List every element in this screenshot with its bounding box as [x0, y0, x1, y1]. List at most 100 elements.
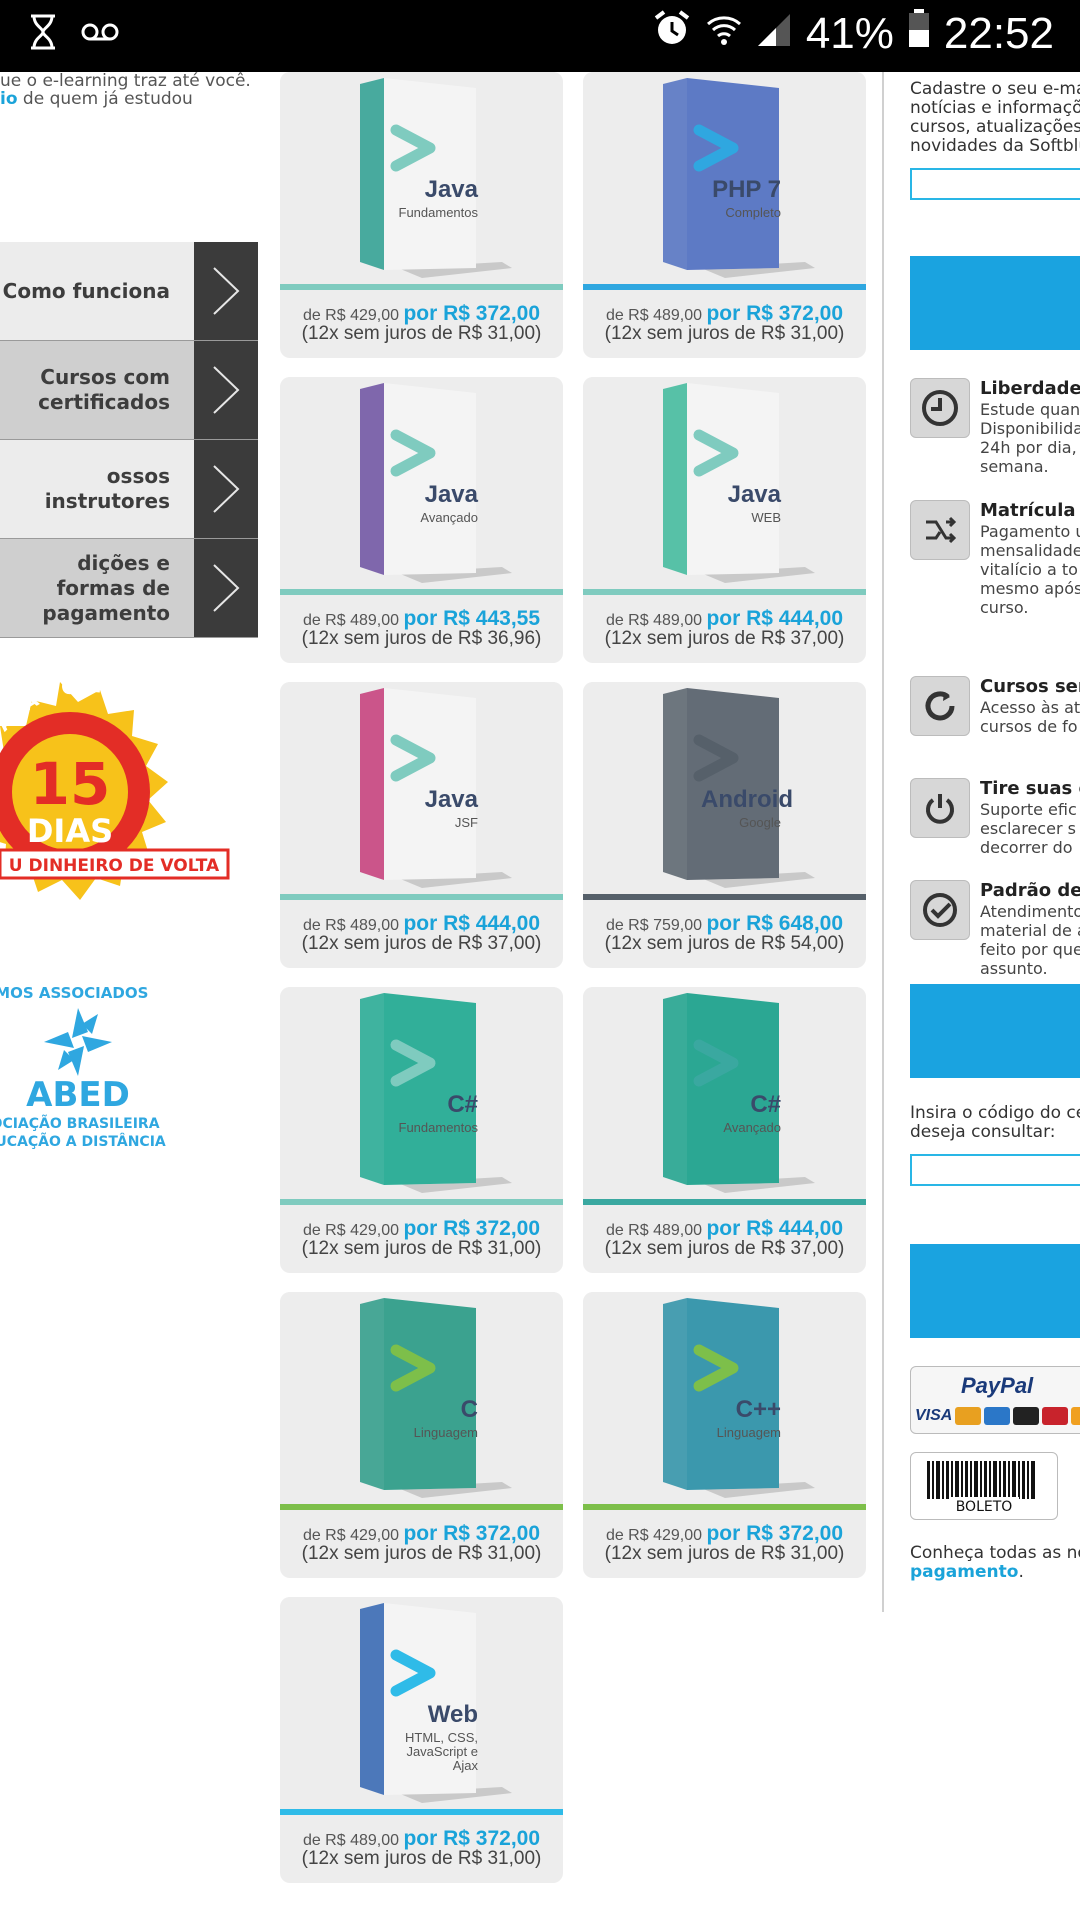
menu-label: ossos instrutores	[44, 464, 170, 513]
new-price: por R$ 444,00	[706, 1217, 844, 1240]
product-color-bar	[280, 284, 563, 290]
product-box-image[interactable]: Java WEB	[583, 377, 866, 589]
product-card[interactable]: Web HTML, CSS, JavaScript e Ajax de R$ 489…	[280, 1597, 563, 1883]
feature-desc: Pagamento u mensalidade vitalício a to m…	[980, 522, 1080, 617]
installments: (12x sem juros de R$ 31,00)	[301, 1238, 542, 1259]
product-color-bar	[280, 894, 563, 900]
product-title: C++	[735, 1396, 781, 1423]
product-box-image[interactable]: Web HTML, CSS, JavaScript e Ajax	[280, 1597, 563, 1809]
status-bar: 41% 22:52	[0, 0, 1080, 72]
product-title: Java	[727, 481, 781, 508]
product-price: de R$ 489,00 por R$ 444,00 (12x sem juros…	[280, 912, 563, 954]
product-title: Java	[424, 176, 478, 203]
menu-item-instrutores[interactable]: ossos instrutores	[0, 440, 258, 539]
product-color-bar	[280, 1809, 563, 1815]
old-price: de R$ 489,00	[302, 1832, 404, 1849]
card-brands: VISA	[915, 1407, 953, 1424]
new-price: por R$ 372,00	[403, 1522, 541, 1545]
power-icon	[910, 778, 970, 838]
product-title: Java	[424, 481, 478, 508]
product-color-bar	[280, 1504, 563, 1510]
section-header-band	[910, 256, 1080, 350]
old-price: de R$ 429,00	[302, 1527, 404, 1544]
product-box-image[interactable]: C++ Linguagem	[583, 1292, 866, 1504]
product-color-bar	[583, 1504, 866, 1510]
certificate-code-input[interactable]	[910, 1154, 1080, 1186]
intro-link[interactable]: io	[0, 89, 18, 108]
product-title: Android	[701, 786, 793, 813]
product-subtitle: Linguagem	[413, 1425, 478, 1440]
barcode-icon: BOLETO	[927, 1461, 1035, 1515]
newsletter-line: novidades da Softblu	[910, 136, 1080, 156]
product-card[interactable]: Java JSF de R$ 489,00 por R$ 444,00 (12x se…	[280, 682, 563, 968]
installments: (12x sem juros de R$ 37,00)	[301, 933, 542, 954]
old-price: de R$ 489,00	[302, 917, 404, 934]
installments: (12x sem juros de R$ 31,00)	[604, 1543, 845, 1564]
product-title: Web	[427, 1701, 478, 1728]
product-box-image[interactable]: C# Fundamentos	[280, 987, 563, 1199]
chevron-right-icon	[194, 341, 258, 439]
new-price: por R$ 372,00	[403, 302, 541, 325]
product-box-image[interactable]: Android Google	[583, 682, 866, 894]
check-circle-icon	[910, 880, 970, 940]
menu-item-cursos-certificados[interactable]: Cursos com certificados	[0, 341, 258, 440]
side-menu: Como funciona Cursos com certificados os…	[0, 242, 258, 638]
payment-link[interactable]: pagamento	[910, 1562, 1018, 1582]
product-price: de R$ 429,00 por R$ 372,00 (12x sem juros…	[280, 1522, 563, 1564]
product-card[interactable]: C Linguagem de R$ 429,00 por R$ 372,00 (12x…	[280, 1292, 563, 1578]
certificate-line: deseja consultar:	[910, 1122, 1056, 1142]
product-card[interactable]: C# Avançado de R$ 489,00 por R$ 444,00 (12x…	[583, 987, 866, 1273]
menu-label: Cursos com certificados	[38, 365, 170, 414]
product-card[interactable]: Android Google de R$ 759,00 por R$ 648,00(…	[583, 682, 866, 968]
intro-line-1: ue o e-learning traz até você.	[0, 72, 251, 91]
section-header-band	[910, 984, 1080, 1078]
old-price: de R$ 429,00	[605, 1527, 707, 1544]
product-color-bar	[583, 894, 866, 900]
product-price: de R$ 489,00 por R$ 372,00 (12x sem juros…	[280, 1827, 563, 1869]
product-box-image[interactable]: C Linguagem	[280, 1292, 563, 1504]
payment-line: Conheça todas as nos	[910, 1543, 1080, 1563]
product-card[interactable]: C# Fundamentos de R$ 429,00 por R$ 372,00(…	[280, 987, 563, 1273]
menu-item-como-funciona[interactable]: Como funciona	[0, 242, 258, 341]
new-price: por R$ 372,00	[403, 1827, 541, 1850]
badge-ribbon: U DINHEIRO DE VOLTA	[9, 856, 220, 876]
product-card[interactable]: C++ Linguagem de R$ 429,00 por R$ 372,00 (1…	[583, 1292, 866, 1578]
product-card[interactable]: Java Fundamentos de R$ 429,00 por R$ 372,0…	[280, 72, 563, 358]
product-box-image[interactable]: C# Avançado	[583, 987, 866, 1199]
product-card[interactable]: Java WEB de R$ 489,00 por R$ 444,00 (12x se…	[583, 377, 866, 663]
product-price: de R$ 759,00 por R$ 648,00 (12x sem juros…	[583, 912, 866, 954]
paypal-logo[interactable]: PayPal VISA	[910, 1366, 1080, 1434]
boleto-label: BOLETO	[956, 1499, 1013, 1515]
installments: (12x sem juros de R$ 37,00)	[604, 1238, 845, 1259]
newsletter-line: notícias e informaçõe	[910, 98, 1080, 118]
certificate-text: Insira o código do cer deseja consultar:	[910, 1104, 1080, 1142]
product-price: de R$ 489,00 por R$ 372,00 (12x sem juros…	[583, 302, 866, 344]
boleto-logo[interactable]: BOLETO	[910, 1452, 1058, 1520]
old-price: de R$ 489,00	[302, 612, 404, 629]
menu-item-pagamento[interactable]: dições e formas de pagamento	[0, 539, 258, 638]
newsletter-line: cursos, atualizações	[910, 117, 1080, 137]
product-title: C#	[750, 1091, 781, 1118]
abed-name: ABED	[26, 1075, 130, 1115]
product-subtitle: WEB	[751, 510, 781, 525]
battery-icon	[908, 8, 930, 59]
new-price: por R$ 372,00	[706, 1522, 844, 1545]
product-box-image[interactable]: PHP 7 Completo	[583, 72, 866, 284]
product-box-image[interactable]: Java Avançado	[280, 377, 563, 589]
installments: (12x sem juros de R$ 54,00)	[604, 933, 845, 954]
product-price: de R$ 429,00 por R$ 372,00 (12x sem juros…	[280, 1217, 563, 1259]
product-box-image[interactable]: Java JSF	[280, 682, 563, 894]
product-card[interactable]: PHP 7 Completo de R$ 489,00 por R$ 372,00(…	[583, 72, 866, 358]
shuffle-icon	[910, 500, 970, 560]
product-box-image[interactable]: Java Fundamentos	[280, 72, 563, 284]
old-price: de R$ 759,00	[605, 917, 707, 934]
installments: (12x sem juros de R$ 31,00)	[604, 323, 845, 344]
old-price: de R$ 429,00	[302, 307, 404, 324]
product-subtitle: Avançado	[420, 510, 478, 525]
feature-title: Matrícula n	[980, 500, 1080, 521]
product-card[interactable]: Java Avançado de R$ 489,00 por R$ 443,55 (1…	[280, 377, 563, 663]
newsletter-text: Cadastre o seu e-mai notícias e informaç…	[910, 80, 1080, 156]
newsletter-email-input[interactable]	[910, 168, 1080, 200]
guarantee-badge: SATISFAÇÃO GARANTIDA 15 DIAS U DINHEIRO …	[0, 672, 240, 942]
battery-percent: 41%	[805, 8, 894, 58]
